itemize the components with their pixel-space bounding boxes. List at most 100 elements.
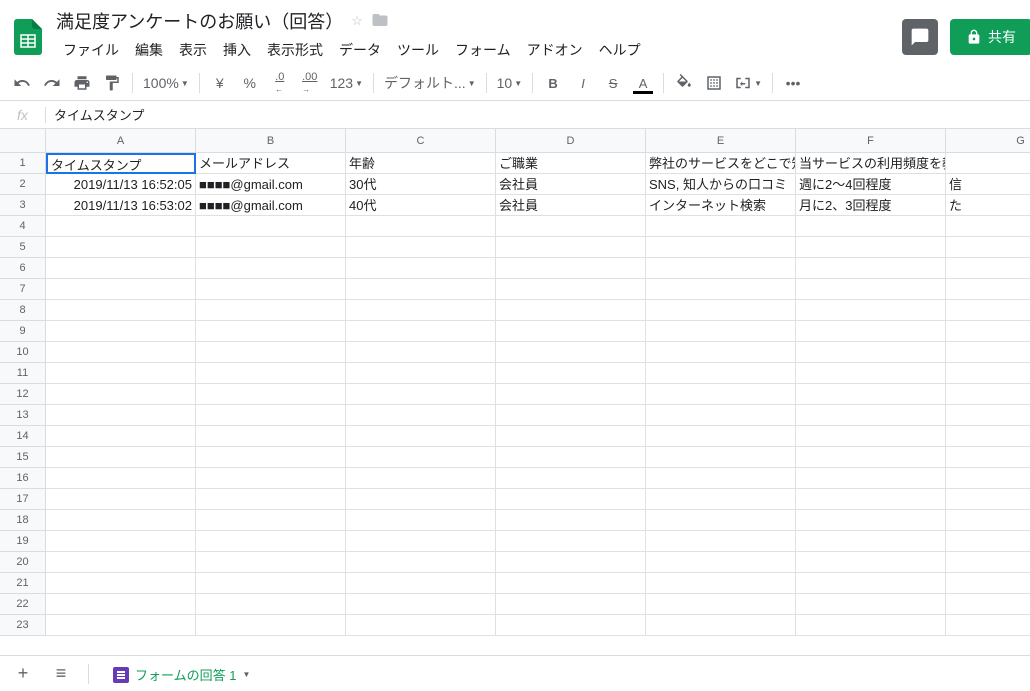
column-header[interactable]: F xyxy=(796,129,946,153)
cell[interactable] xyxy=(646,216,796,237)
bold-button[interactable]: B xyxy=(539,70,567,96)
cell[interactable] xyxy=(46,552,196,573)
cell[interactable] xyxy=(946,300,1030,321)
cell[interactable] xyxy=(346,531,496,552)
cell[interactable] xyxy=(496,237,646,258)
cell[interactable] xyxy=(946,153,1030,174)
zoom-dropdown[interactable]: 100%▼ xyxy=(139,70,193,96)
folder-icon[interactable] xyxy=(371,11,389,32)
fill-color-button[interactable] xyxy=(670,70,698,96)
cell[interactable] xyxy=(646,237,796,258)
cell[interactable] xyxy=(646,489,796,510)
row-header[interactable]: 4 xyxy=(0,216,46,237)
cell[interactable] xyxy=(196,552,346,573)
cell[interactable]: 40代 xyxy=(346,195,496,216)
cell[interactable] xyxy=(496,489,646,510)
cell[interactable] xyxy=(46,237,196,258)
cell[interactable]: ご職業 xyxy=(496,153,646,174)
column-header[interactable]: A xyxy=(46,129,196,153)
cell[interactable] xyxy=(196,342,346,363)
cell[interactable] xyxy=(646,426,796,447)
cell[interactable] xyxy=(646,321,796,342)
cell[interactable] xyxy=(46,426,196,447)
font-dropdown[interactable]: デフォルト...▼ xyxy=(380,70,480,96)
cell[interactable] xyxy=(646,531,796,552)
cell[interactable] xyxy=(196,426,346,447)
row-header[interactable]: 14 xyxy=(0,426,46,447)
cell[interactable] xyxy=(796,531,946,552)
cell[interactable] xyxy=(496,300,646,321)
cell[interactable]: 2019/11/13 16:52:05 xyxy=(46,174,196,195)
cell[interactable] xyxy=(946,552,1030,573)
cell[interactable] xyxy=(196,405,346,426)
cell[interactable] xyxy=(346,363,496,384)
cell[interactable] xyxy=(796,321,946,342)
cell[interactable]: ■■■■@gmail.com xyxy=(196,195,346,216)
row-header[interactable]: 22 xyxy=(0,594,46,615)
menu-form[interactable]: フォーム xyxy=(448,36,518,64)
cell[interactable] xyxy=(346,384,496,405)
menu-file[interactable]: ファイル xyxy=(56,36,126,64)
cell[interactable] xyxy=(946,237,1030,258)
cell[interactable] xyxy=(946,384,1030,405)
document-title[interactable]: 満足度アンケートのお願い（回答） xyxy=(56,8,343,34)
row-header[interactable]: 13 xyxy=(0,405,46,426)
cell[interactable] xyxy=(496,510,646,531)
cell[interactable] xyxy=(46,279,196,300)
cell[interactable] xyxy=(196,384,346,405)
menu-tools[interactable]: ツール xyxy=(390,36,446,64)
cell[interactable] xyxy=(496,258,646,279)
paint-format-button[interactable] xyxy=(98,70,126,96)
row-header[interactable]: 3 xyxy=(0,195,46,216)
cell[interactable] xyxy=(496,468,646,489)
cell[interactable] xyxy=(346,510,496,531)
cell[interactable]: 月に2、3回程度 xyxy=(796,195,946,216)
merge-cells-button[interactable]: ▼ xyxy=(730,70,766,96)
cell[interactable] xyxy=(46,258,196,279)
row-header[interactable]: 12 xyxy=(0,384,46,405)
row-header[interactable]: 15 xyxy=(0,447,46,468)
cell[interactable] xyxy=(796,552,946,573)
cell[interactable] xyxy=(346,321,496,342)
cell[interactable] xyxy=(946,405,1030,426)
cell[interactable] xyxy=(346,489,496,510)
cell[interactable] xyxy=(496,384,646,405)
cell[interactable] xyxy=(796,489,946,510)
cell[interactable] xyxy=(46,489,196,510)
cell[interactable] xyxy=(46,573,196,594)
cell[interactable] xyxy=(496,594,646,615)
cell[interactable] xyxy=(196,531,346,552)
row-header[interactable]: 20 xyxy=(0,552,46,573)
undo-button[interactable] xyxy=(8,70,36,96)
cell[interactable] xyxy=(46,531,196,552)
cell[interactable]: 弊社のサービスをどこで知 xyxy=(646,153,796,174)
cell[interactable] xyxy=(646,258,796,279)
more-toolbar-button[interactable]: ••• xyxy=(779,70,807,96)
column-header[interactable]: C xyxy=(346,129,496,153)
sheet-tab-active[interactable]: フォームの回答 1 ▼ xyxy=(101,657,262,690)
cell[interactable] xyxy=(796,573,946,594)
row-header[interactable]: 17 xyxy=(0,489,46,510)
cell[interactable] xyxy=(796,363,946,384)
cell[interactable] xyxy=(196,447,346,468)
cell[interactable] xyxy=(346,237,496,258)
cell[interactable]: メールアドレス xyxy=(196,153,346,174)
cell[interactable] xyxy=(46,300,196,321)
row-header[interactable]: 2 xyxy=(0,174,46,195)
select-all-cell[interactable] xyxy=(0,129,46,153)
formula-input[interactable]: タイムスタンプ xyxy=(46,105,1030,124)
percent-button[interactable]: % xyxy=(236,70,264,96)
italic-button[interactable]: I xyxy=(569,70,597,96)
cell[interactable] xyxy=(946,489,1030,510)
cell[interactable] xyxy=(496,447,646,468)
menu-format[interactable]: 表示形式 xyxy=(260,36,330,64)
menu-data[interactable]: データ xyxy=(332,36,388,64)
cell[interactable] xyxy=(346,426,496,447)
cell[interactable] xyxy=(646,573,796,594)
menu-view[interactable]: 表示 xyxy=(172,36,214,64)
cell[interactable] xyxy=(46,321,196,342)
redo-button[interactable] xyxy=(38,70,66,96)
cell[interactable] xyxy=(646,405,796,426)
cell[interactable] xyxy=(946,468,1030,489)
cell[interactable] xyxy=(196,594,346,615)
